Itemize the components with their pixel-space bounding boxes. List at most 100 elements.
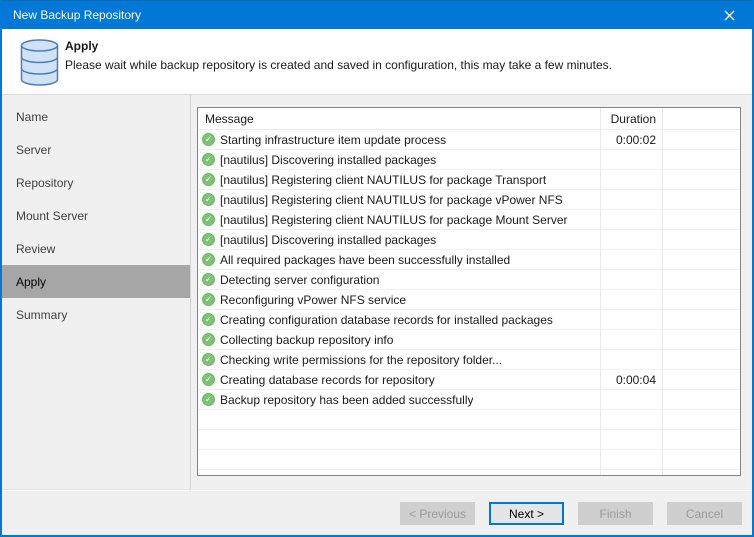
row-empty-cell — [662, 150, 740, 169]
success-check-icon: ✓ — [202, 313, 215, 326]
table-row[interactable]: ✓ Detecting server configuration — [198, 270, 740, 290]
column-header-empty[interactable] — [662, 108, 740, 129]
row-message: Creating configuration database records … — [220, 312, 553, 327]
column-header-duration[interactable]: Duration — [600, 108, 662, 129]
row-duration: 0:00:02 — [600, 130, 662, 149]
row-empty-cell — [662, 130, 740, 149]
row-duration — [600, 330, 662, 349]
table-row: ✓ — [198, 410, 740, 430]
row-duration — [600, 250, 662, 269]
row-message: [nautilus] Discovering installed package… — [220, 232, 437, 247]
sidebar-item-summary: Summary — [2, 298, 190, 331]
row-empty-cell — [662, 190, 740, 209]
step-description: Please wait while backup repository is c… — [65, 58, 612, 72]
row-duration — [600, 290, 662, 309]
sidebar-item-review: Review — [2, 232, 190, 265]
row-duration — [600, 430, 662, 449]
column-header-message[interactable]: Message — [198, 108, 600, 129]
table-row[interactable]: ✓ [nautilus] Discovering installed packa… — [198, 230, 740, 250]
success-check-icon: ✓ — [202, 393, 215, 406]
table-row[interactable]: ✓ [nautilus] Registering client NAUTILUS… — [198, 170, 740, 190]
next-button[interactable]: Next > — [489, 502, 564, 525]
row-empty-cell — [662, 230, 740, 249]
log-table: Message Duration ✓ Starting infrastructu… — [197, 107, 741, 476]
row-message: Checking write permissions for the repos… — [220, 352, 503, 367]
table-row: ✓ — [198, 430, 740, 450]
main-area: Name Server Repository Mount Server Revi… — [2, 95, 752, 490]
row-empty-cell — [662, 470, 740, 475]
table-row[interactable]: ✓ [nautilus] Registering client NAUTILUS… — [198, 210, 740, 230]
row-empty-cell — [662, 310, 740, 329]
title-bar[interactable]: New Backup Repository — [2, 0, 752, 29]
success-check-icon: ✓ — [202, 173, 215, 186]
sidebar-item-name: Name — [2, 100, 190, 133]
row-message: [nautilus] Registering client NAUTILUS f… — [220, 212, 568, 227]
sidebar-item-label: Apply — [16, 274, 47, 289]
sidebar-item-label: Summary — [16, 307, 68, 322]
header-text: Apply Please wait while backup repositor… — [65, 29, 752, 72]
success-check-icon: ✓ — [202, 273, 215, 286]
table-row[interactable]: ✓ All required packages have been succes… — [198, 250, 740, 270]
sidebar-item-label: Mount Server — [16, 208, 89, 223]
previous-button: < Previous — [400, 502, 475, 525]
row-message: [nautilus] Registering client NAUTILUS f… — [220, 172, 547, 187]
close-button[interactable] — [707, 1, 752, 29]
sidebar-item-label: Review — [16, 241, 56, 256]
success-check-icon: ✓ — [202, 133, 215, 146]
table-row[interactable]: ✓ Reconfiguring vPower NFS service — [198, 290, 740, 310]
table-row: ✓ — [198, 470, 740, 475]
table-row[interactable]: ✓ [nautilus] Registering client NAUTILUS… — [198, 190, 740, 210]
table-header-row: Message Duration — [198, 108, 740, 130]
success-check-icon: ✓ — [202, 193, 215, 206]
success-check-icon: ✓ — [202, 213, 215, 226]
row-duration — [600, 390, 662, 409]
row-empty-cell — [662, 450, 740, 469]
row-message: Creating database records for repository — [220, 372, 435, 387]
button-bar: < Previous Next > Finish Cancel — [2, 490, 752, 535]
row-empty-cell — [662, 370, 740, 389]
row-duration — [600, 210, 662, 229]
wizard-steps: Name Server Repository Mount Server Revi… — [2, 95, 191, 490]
row-message: Detecting server configuration — [220, 272, 380, 287]
success-check-icon: ✓ — [202, 373, 215, 386]
row-duration — [600, 470, 662, 475]
row-message: All required packages have been successf… — [220, 252, 511, 267]
row-empty-cell — [662, 210, 740, 229]
table-row[interactable]: ✓ Creating configuration database record… — [198, 310, 740, 330]
row-message: Starting infrastructure item update proc… — [220, 132, 447, 147]
row-duration — [600, 190, 662, 209]
row-empty-cell — [662, 330, 740, 349]
window-title: New Backup Repository — [13, 8, 142, 22]
row-message: Collecting backup repository info — [220, 332, 394, 347]
sidebar-item-label: Name — [16, 109, 49, 124]
table-row[interactable]: ✓ Starting infrastructure item update pr… — [198, 130, 740, 150]
row-empty-cell — [662, 430, 740, 449]
row-duration — [600, 230, 662, 249]
table-row[interactable]: ✓ Checking write permissions for the rep… — [198, 350, 740, 370]
table-row[interactable]: ✓ Collecting backup repository info — [198, 330, 740, 350]
success-check-icon: ✓ — [202, 333, 215, 346]
row-message: [nautilus] Registering client NAUTILUS f… — [220, 192, 563, 207]
table-row[interactable]: ✓ Creating database records for reposito… — [198, 370, 740, 390]
row-empty-cell — [662, 250, 740, 269]
success-check-icon: ✓ — [202, 293, 215, 306]
row-message: Backup repository has been added success… — [220, 392, 474, 407]
row-duration — [600, 310, 662, 329]
dialog-window: New Backup Repository Apply Please wait … — [0, 0, 754, 537]
sidebar-item-server: Server — [2, 133, 190, 166]
row-duration — [600, 410, 662, 429]
row-empty-cell — [662, 290, 740, 309]
success-check-icon: ✓ — [202, 353, 215, 366]
table-row[interactable]: ✓ Backup repository has been added succe… — [198, 390, 740, 410]
table-row: ✓ — [198, 450, 740, 470]
table-row[interactable]: ✓ [nautilus] Discovering installed packa… — [198, 150, 740, 170]
row-duration: 0:00:04 — [600, 370, 662, 389]
sidebar-item-repository: Repository — [2, 166, 190, 199]
row-message: [nautilus] Discovering installed package… — [220, 152, 437, 167]
step-title: Apply — [65, 39, 99, 53]
row-duration — [600, 270, 662, 289]
row-empty-cell — [662, 350, 740, 369]
finish-button: Finish — [578, 502, 653, 525]
success-check-icon: ✓ — [202, 253, 215, 266]
close-icon — [724, 10, 735, 20]
